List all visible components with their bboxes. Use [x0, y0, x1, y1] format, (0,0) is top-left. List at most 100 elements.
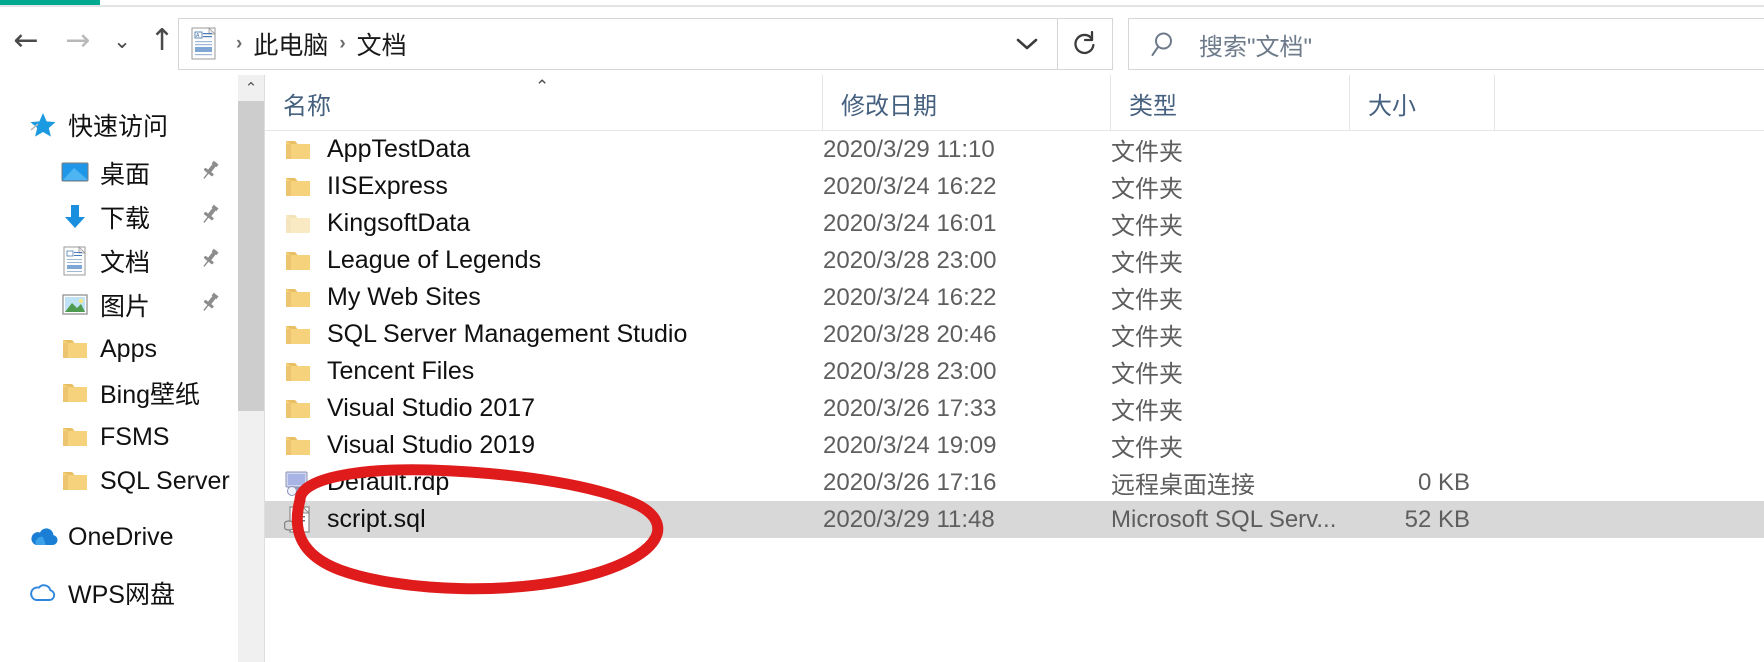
- refresh-button[interactable]: [1058, 18, 1113, 70]
- folder-icon: [283, 320, 313, 350]
- cell-name: Visual Studio 2017: [283, 390, 535, 427]
- sidebar-item-label: Apps: [100, 334, 157, 363]
- file-name: League of Legends: [327, 246, 542, 274]
- folder-icon: [283, 431, 313, 461]
- folder-icon: [283, 135, 313, 165]
- cell-type: 文件夹: [1111, 139, 1183, 166]
- sidebar-item-label: OneDrive: [68, 522, 174, 551]
- table-row[interactable]: Default.rdp 2020/3/26 17:16 远程桌面连接 0 KB: [265, 464, 1764, 501]
- sidebar-item-1[interactable]: 桌面: [0, 151, 238, 195]
- breadcrumb-this-pc[interactable]: 此电脑: [253, 26, 328, 62]
- search-icon: [1151, 29, 1181, 59]
- file-name: Default.rdp: [327, 468, 450, 496]
- cell-name: League of Legends: [283, 242, 541, 279]
- pin-icon[interactable]: [198, 247, 222, 276]
- scroll-up-arrow-icon[interactable]: ⌃: [238, 75, 264, 101]
- folder-icon: [61, 468, 89, 494]
- cell-type: 文件夹: [1111, 176, 1183, 203]
- column-header-name[interactable]: 名称 ⌃: [265, 75, 823, 131]
- folder-icon: [284, 137, 312, 163]
- cell-size: [1350, 168, 1470, 205]
- sidebar-item-10[interactable]: WPS网盘: [0, 571, 238, 615]
- cell-modified-date: 2020/3/29 11:48: [823, 505, 995, 533]
- table-row[interactable]: script.sql 2020/3/29 11:48 Microsoft SQL S…: [265, 501, 1764, 538]
- cell-size: [1350, 316, 1470, 353]
- sort-ascending-icon: ⌃: [535, 77, 550, 97]
- pictures-icon: [61, 292, 89, 318]
- chevron-down-icon: ⌄: [113, 28, 131, 53]
- onedrive-icon: [27, 526, 59, 548]
- sidebar-item-0[interactable]: 快速访问: [0, 103, 238, 147]
- folder-icon: [60, 378, 90, 408]
- sidebar-item-label: Bing壁纸: [100, 381, 201, 409]
- recent-locations-button[interactable]: ⌄: [104, 13, 140, 69]
- desktop-icon: [60, 160, 90, 186]
- sidebar-item-8[interactable]: SQL Server Mar: [0, 459, 238, 503]
- cell-size: [1350, 279, 1470, 316]
- folder-icon: [283, 246, 313, 276]
- scrollbar-thumb[interactable]: [238, 101, 264, 411]
- sidebar-item-label: WPS网盘: [68, 581, 175, 609]
- document-icon: [62, 246, 88, 276]
- cell-name: My Web Sites: [283, 279, 481, 316]
- sidebar-item-9[interactable]: OneDrive: [0, 515, 238, 559]
- breadcrumb-documents[interactable]: 文档: [357, 26, 407, 62]
- sidebar-item-3[interactable]: 文档: [0, 239, 238, 283]
- column-header-size[interactable]: 大小: [1350, 75, 1495, 131]
- table-row[interactable]: SQL Server Management Studio 2020/3/28 20…: [265, 316, 1764, 353]
- file-name: SQL Server Management Studio: [327, 320, 688, 348]
- cell-modified-date: 2020/3/28 23:00: [823, 246, 997, 274]
- table-row[interactable]: League of Legends 2020/3/28 23:00 文件夹: [265, 242, 1764, 279]
- sidebar-item-4[interactable]: 图片: [0, 283, 238, 327]
- sidebar-item-5[interactable]: Apps: [0, 327, 238, 371]
- search-box[interactable]: 搜索"文档": [1128, 18, 1764, 70]
- sidebar-item-label: FSMS: [100, 422, 170, 451]
- column-header-date[interactable]: 修改日期: [823, 75, 1111, 131]
- navigation-pane: 快速访问桌面下载文档图片 Apps Bing壁纸 FSMS SQL Server Mar…: [0, 75, 238, 662]
- address-bar[interactable]: A › 此电脑 › 文档: [178, 18, 1058, 70]
- folder-icon: [61, 336, 89, 362]
- cell-size: [1350, 131, 1470, 168]
- cell-name: KingsoftData: [283, 205, 470, 242]
- search-input[interactable]: 搜索"文档": [1199, 27, 1312, 62]
- cell-size: [1350, 205, 1470, 242]
- table-row[interactable]: My Web Sites 2020/3/24 16:22 文件夹: [265, 279, 1764, 316]
- forward-button[interactable]: →: [54, 13, 102, 69]
- pin-icon[interactable]: [198, 203, 222, 232]
- cell-type: 文件夹: [1111, 324, 1183, 351]
- table-row[interactable]: Visual Studio 2017 2020/3/26 17:33 文件夹: [265, 390, 1764, 427]
- column-header-label: 大小: [1368, 92, 1416, 120]
- document-icon: [60, 246, 90, 276]
- navigation-pane-scrollbar[interactable]: ⌃: [238, 75, 264, 662]
- documents-folder-icon: A: [189, 27, 219, 61]
- column-header-type[interactable]: 类型: [1111, 75, 1350, 131]
- cell-type: Microsoft SQL Serv...: [1111, 505, 1337, 533]
- table-row[interactable]: AppTestData 2020/3/29 11:10 文件夹: [265, 131, 1764, 168]
- cell-type: 文件夹: [1111, 213, 1183, 240]
- cell-name: script.sql: [283, 501, 426, 538]
- cell-modified-date: 2020/3/28 23:00: [823, 357, 997, 385]
- address-dropdown-button[interactable]: [997, 19, 1057, 69]
- folder-icon: [61, 424, 89, 450]
- folder-icon: [283, 172, 313, 202]
- back-button[interactable]: ←: [2, 13, 50, 69]
- folder-icon: [61, 380, 89, 406]
- table-row[interactable]: Tencent Files 2020/3/28 23:00 文件夹: [265, 353, 1764, 390]
- table-row[interactable]: Visual Studio 2019 2020/3/24 19:09 文件夹: [265, 427, 1764, 464]
- cell-modified-date: 2020/3/24 16:22: [823, 283, 997, 311]
- sidebar-item-7[interactable]: FSMS: [0, 415, 238, 459]
- up-one-level-button[interactable]: ↑: [142, 13, 182, 69]
- table-row[interactable]: IISExpress 2020/3/24 16:22 文件夹: [265, 168, 1764, 205]
- pin-icon[interactable]: [198, 291, 222, 320]
- cell-name: Tencent Files: [283, 353, 474, 390]
- wps-cloud-icon: [28, 581, 58, 605]
- file-name: script.sql: [327, 505, 426, 533]
- sidebar-item-2[interactable]: 下载: [0, 195, 238, 239]
- pin-icon[interactable]: [198, 159, 222, 188]
- sidebar-item-6[interactable]: Bing壁纸: [0, 371, 238, 415]
- cell-modified-date: 2020/3/29 11:10: [823, 135, 995, 163]
- cell-type: 文件夹: [1111, 250, 1183, 277]
- table-row[interactable]: KingsoftData 2020/3/24 16:01 文件夹: [265, 205, 1764, 242]
- folder-icon: [60, 422, 90, 452]
- file-name: Tencent Files: [327, 357, 475, 385]
